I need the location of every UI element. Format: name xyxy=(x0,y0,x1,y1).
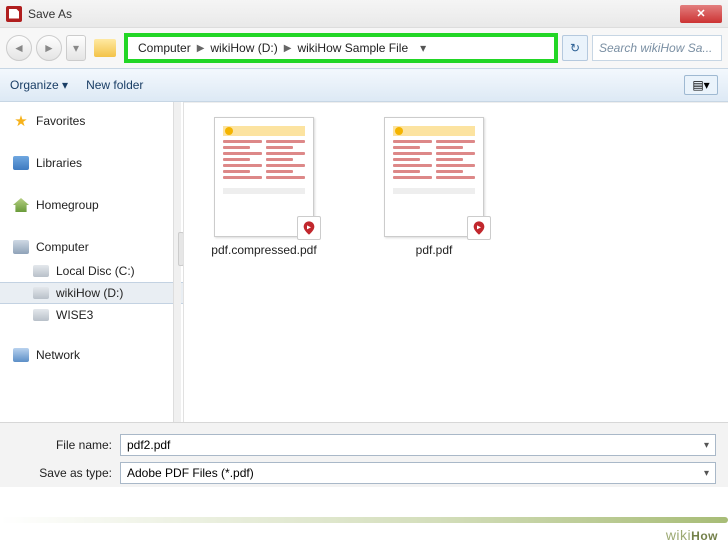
chevron-down-icon[interactable]: ▾ xyxy=(704,440,709,451)
tree-drive[interactable]: Local Disc (C:) xyxy=(0,260,183,282)
computer-icon xyxy=(12,239,30,255)
filename-value: pdf2.pdf xyxy=(127,438,170,452)
save-form: File name: pdf2.pdf ▾ Save as type: Adobe… xyxy=(0,422,728,487)
file-name: pdf.compressed.pdf xyxy=(194,243,334,259)
drive-icon xyxy=(32,285,50,301)
tree-drive-selected[interactable]: wikiHow (D:) xyxy=(0,282,183,304)
pdf-icon xyxy=(467,216,491,240)
address-dropdown[interactable]: ▾ xyxy=(414,41,432,55)
tree-label: Computer xyxy=(36,240,89,254)
nav-row: ◄ ► ▾ Computer ▶ wikiHow (D:) ▶ wikiHow … xyxy=(0,28,728,68)
tree-computer[interactable]: Computer xyxy=(0,234,183,260)
view-options-button[interactable]: ▤▾ xyxy=(684,75,718,95)
chevron-right-icon[interactable]: ▶ xyxy=(197,43,205,54)
tree-label: Favorites xyxy=(36,114,85,128)
tree-label: WISE3 xyxy=(56,308,93,322)
new-folder-button[interactable]: New folder xyxy=(86,78,143,92)
toolbar: Organize ▾ New folder ▤▾ xyxy=(0,68,728,102)
filename-input[interactable]: pdf2.pdf ▾ xyxy=(120,434,716,456)
body: ★Favorites Libraries Homegroup Computer … xyxy=(0,102,728,422)
tree-label: wikiHow (D:) xyxy=(56,286,123,300)
title-bar: Save As ✕ xyxy=(0,0,728,28)
chevron-down-icon[interactable]: ▾ xyxy=(704,468,709,479)
organize-menu[interactable]: Organize ▾ xyxy=(10,78,68,92)
breadcrumb-segment[interactable]: wikiHow (D:) xyxy=(204,41,283,55)
tree-homegroup[interactable]: Homegroup xyxy=(0,192,183,218)
network-icon xyxy=(12,347,30,363)
forward-button[interactable]: ► xyxy=(36,35,62,61)
filename-label: File name: xyxy=(12,438,112,452)
refresh-button[interactable]: ↻ xyxy=(562,35,588,61)
tree-libraries[interactable]: Libraries xyxy=(0,150,183,176)
tree-label: Local Disc (C:) xyxy=(56,264,135,278)
watermark: wikiHow xyxy=(666,527,718,543)
breadcrumb-segment[interactable]: wikiHow Sample File xyxy=(291,41,414,55)
close-button[interactable]: ✕ xyxy=(680,5,722,23)
folder-icon xyxy=(94,39,116,57)
tree-label: Network xyxy=(36,348,80,362)
breadcrumb-segment[interactable]: Computer xyxy=(132,41,197,55)
drive-icon xyxy=(32,263,50,279)
back-button[interactable]: ◄ xyxy=(6,35,32,61)
drive-icon xyxy=(32,307,50,323)
savetype-select[interactable]: Adobe PDF Files (*.pdf) ▾ xyxy=(120,462,716,484)
file-thumbnail xyxy=(384,117,484,237)
file-item[interactable]: pdf.compressed.pdf xyxy=(194,117,334,259)
search-input[interactable]: Search wikiHow Sa... xyxy=(592,35,722,61)
window-title: Save As xyxy=(28,7,72,21)
homegroup-icon xyxy=(12,197,30,213)
libraries-icon xyxy=(12,155,30,171)
file-pane[interactable]: pdf.compressed.pdf pdf.pdf xyxy=(184,102,728,422)
recent-locations-button[interactable]: ▾ xyxy=(66,35,86,61)
star-icon: ★ xyxy=(12,113,30,129)
savetype-label: Save as type: xyxy=(12,466,112,480)
tree-label: Libraries xyxy=(36,156,82,170)
tree-drive[interactable]: WISE3 xyxy=(0,304,183,326)
navigation-tree: ★Favorites Libraries Homegroup Computer … xyxy=(0,102,184,422)
pdf-icon xyxy=(297,216,321,240)
tree-network[interactable]: Network xyxy=(0,342,183,368)
file-item[interactable]: pdf.pdf xyxy=(364,117,504,259)
file-thumbnail xyxy=(214,117,314,237)
splitter-handle[interactable] xyxy=(178,232,184,266)
watermark-line xyxy=(0,517,728,523)
address-bar[interactable]: Computer ▶ wikiHow (D:) ▶ wikiHow Sample… xyxy=(124,33,558,63)
file-name: pdf.pdf xyxy=(364,243,504,259)
chevron-right-icon[interactable]: ▶ xyxy=(284,43,292,54)
tree-label: Homegroup xyxy=(36,198,99,212)
app-icon xyxy=(6,6,22,22)
tree-favorites[interactable]: ★ Favorites xyxy=(0,108,183,134)
savetype-value: Adobe PDF Files (*.pdf) xyxy=(127,466,254,480)
